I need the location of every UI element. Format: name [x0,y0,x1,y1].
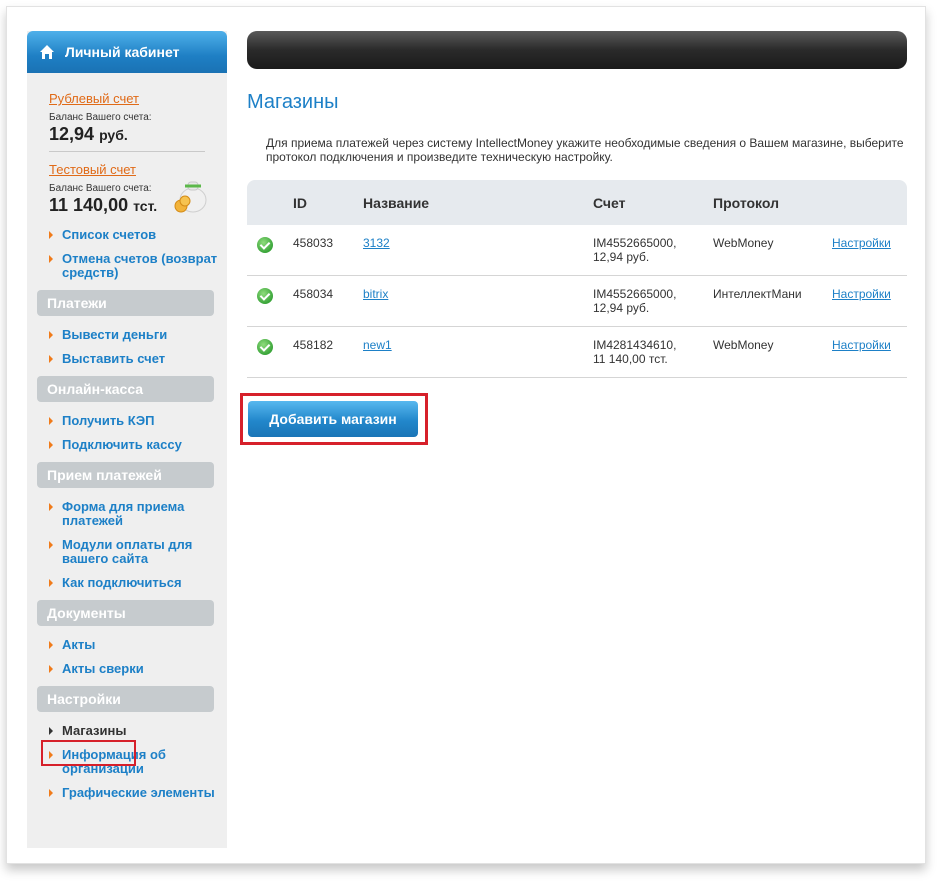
active-item-highlight [41,740,136,766]
arrow-icon [49,331,53,339]
arrow-icon [49,727,53,735]
top-bar [247,31,907,69]
arrow-icon [49,541,53,549]
shop-protocol: WebMoney [713,236,774,250]
menu-item-reconciliation-acts[interactable]: Акты сверки [49,662,227,676]
menu-item-account-list[interactable]: Список счетов [49,228,227,242]
menu-item-get-kep[interactable]: Получить КЭП [49,414,227,428]
menu-item-how-to-connect[interactable]: Как подключиться [49,576,227,590]
add-shop-button[interactable]: Добавить магазин [248,401,418,437]
page-frame: Личный кабинет Рублевый счет Баланс Ваше… [6,6,926,864]
money-bag-icon [174,181,207,213]
column-id: ID [293,195,307,211]
arrow-icon [49,231,53,239]
account-link-test[interactable]: Тестовый счет [49,162,227,177]
balance-value: 12,94 [49,124,95,144]
online-kassa-menu: Получить КЭП Подключить кассу [49,414,227,452]
shop-account: IM4552665000, 12,94 руб. [593,287,677,315]
menu-item-connect-kassa[interactable]: Подключить кассу [49,438,227,452]
shop-name-link[interactable]: new1 [363,338,392,352]
arrow-icon [49,789,53,797]
arrow-icon [49,641,53,649]
settings-link[interactable]: Настройки [832,338,891,352]
arrow-icon [49,255,53,263]
shop-protocol: WebMoney [713,338,774,352]
balance-value: 11 140,00 [49,195,129,215]
menu-item-invoice[interactable]: Выставить счет [49,352,227,366]
table-row: 458033 3132 IM4552665000, 12,94 руб. WebM… [247,225,907,276]
payments-menu: Вывести деньги Выставить счет [49,328,227,366]
documents-menu: Акты Акты сверки [49,638,227,676]
page-title: Магазины [247,91,339,113]
home-icon [40,45,54,59]
shop-account: IM4281434610, 11 140,00 тст. [593,338,677,366]
balance-amount: 12,94 руб. [49,124,227,145]
column-account: Счет [593,195,626,211]
menu-item-graphic-elements[interactable]: Графические элементы [49,786,227,800]
sidebar-title: Личный кабинет [65,44,180,60]
balance-currency: тст. [133,198,158,214]
settings-link[interactable]: Настройки [832,287,891,301]
shop-id: 458034 [293,287,334,301]
accept-payments-menu: Форма для приема платежей Модули оплаты … [49,500,227,590]
shop-name-link[interactable]: bitrix [363,287,388,301]
intro-text: Для приема платежей через систему Intell… [266,136,904,164]
shop-id: 458033 [293,236,334,250]
table-header: ID Название Счет Протокол [247,180,907,225]
arrow-icon [49,355,53,363]
section-head-settings[interactable]: Настройки [37,686,214,712]
add-button-highlight: Добавить магазин [240,393,428,445]
section-head-accept-payments[interactable]: Прием платежей [37,462,214,488]
menu-item-payment-form[interactable]: Форма для приема платежей [49,500,227,528]
sidebar: Личный кабинет Рублевый счет Баланс Ваше… [27,31,227,848]
menu-item-acts[interactable]: Акты [49,638,227,652]
account-link-rub[interactable]: Рублевый счет [49,91,227,106]
table-row: 458182 new1 IM4281434610, 11 140,00 тст. … [247,327,907,378]
section-head-online-kassa[interactable]: Онлайн-касса [37,376,214,402]
sidebar-header[interactable]: Личный кабинет [27,31,227,73]
column-protocol: Протокол [713,195,779,211]
menu-item-cancel-invoices[interactable]: Отмена счетов (возврат средств) [49,252,227,280]
menu-item-shops[interactable]: Магазины [49,724,227,738]
arrow-icon [49,503,53,511]
arrow-icon [49,417,53,425]
balance-currency: руб. [99,127,128,143]
table-row: 458034 bitrix IM4552665000, 12,94 руб. Ин… [247,276,907,327]
status-check-icon [257,237,273,253]
menu-item-payment-modules[interactable]: Модули оплаты для вашего сайта [49,538,227,566]
shop-protocol: ИнтеллектМани [713,287,802,301]
status-check-icon [257,339,273,355]
status-check-icon [257,288,273,304]
arrow-icon [49,665,53,673]
shop-account: IM4552665000, 12,94 руб. [593,236,677,264]
arrow-icon [49,579,53,587]
section-head-documents[interactable]: Документы [37,600,214,626]
account-menu: Список счетов Отмена счетов (возврат сре… [49,228,227,280]
shops-table: ID Название Счет Протокол 458033 3132 IM… [247,180,907,378]
balance-caption: Баланс Вашего счета: [49,112,152,123]
shop-id: 458182 [293,338,334,352]
arrow-icon [49,441,53,449]
shop-name-link[interactable]: 3132 [363,236,390,250]
column-name: Название [363,195,430,211]
divider [49,151,205,152]
settings-link[interactable]: Настройки [832,236,891,250]
menu-item-withdraw[interactable]: Вывести деньги [49,328,227,342]
section-head-payments[interactable]: Платежи [37,290,214,316]
